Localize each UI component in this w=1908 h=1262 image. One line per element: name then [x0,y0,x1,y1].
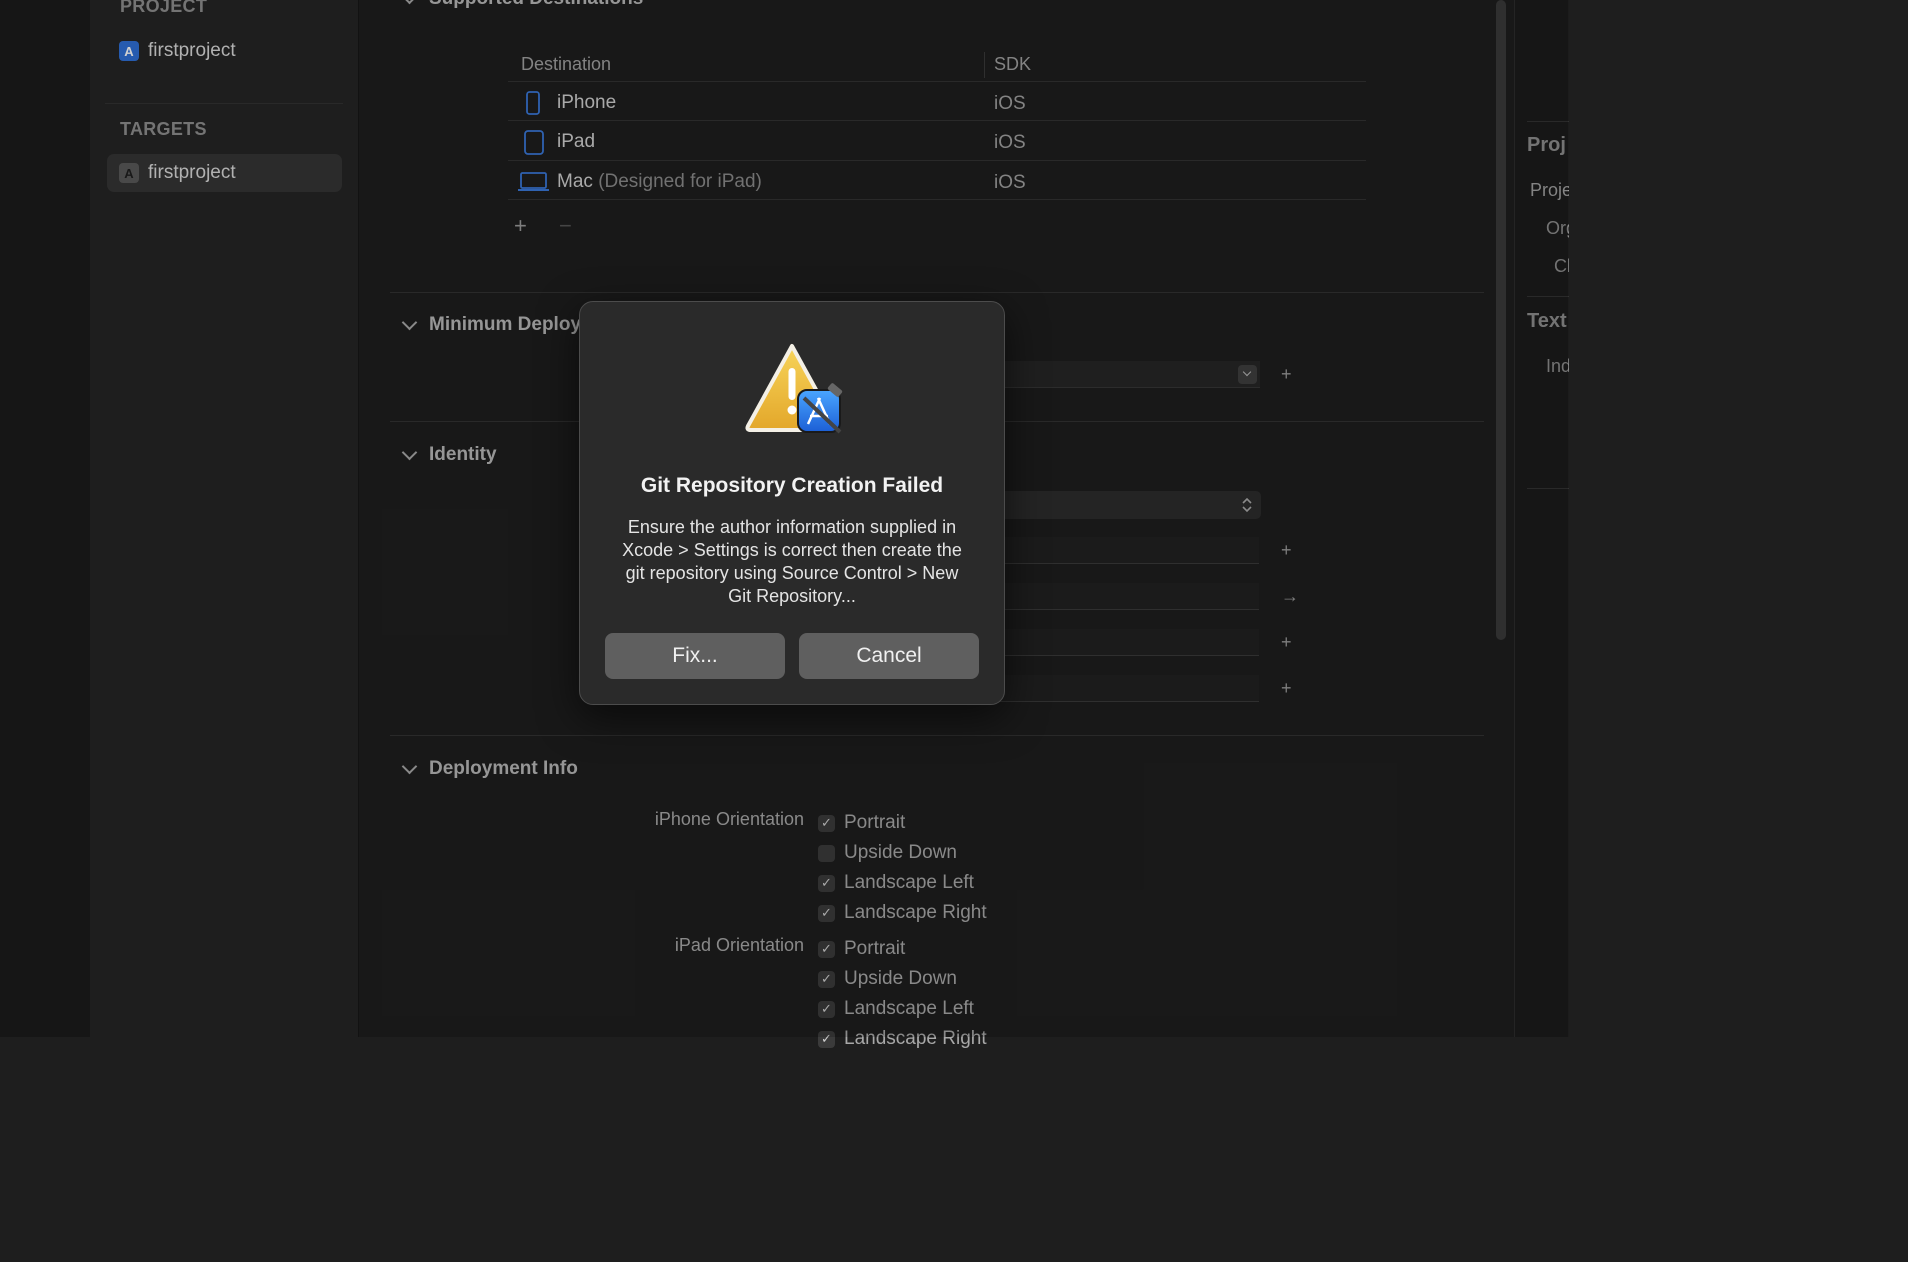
alert-dialog: Git Repository Creation Failed Ensure th… [579,301,1005,705]
dialog-title: Git Repository Creation Failed [640,474,944,497]
warning-icon [745,344,843,434]
dialog-message: Ensure the author information supplied i… [622,517,962,606]
fix-button[interactable]: Fix... [605,633,785,679]
cancel-button[interactable]: Cancel [799,633,979,679]
